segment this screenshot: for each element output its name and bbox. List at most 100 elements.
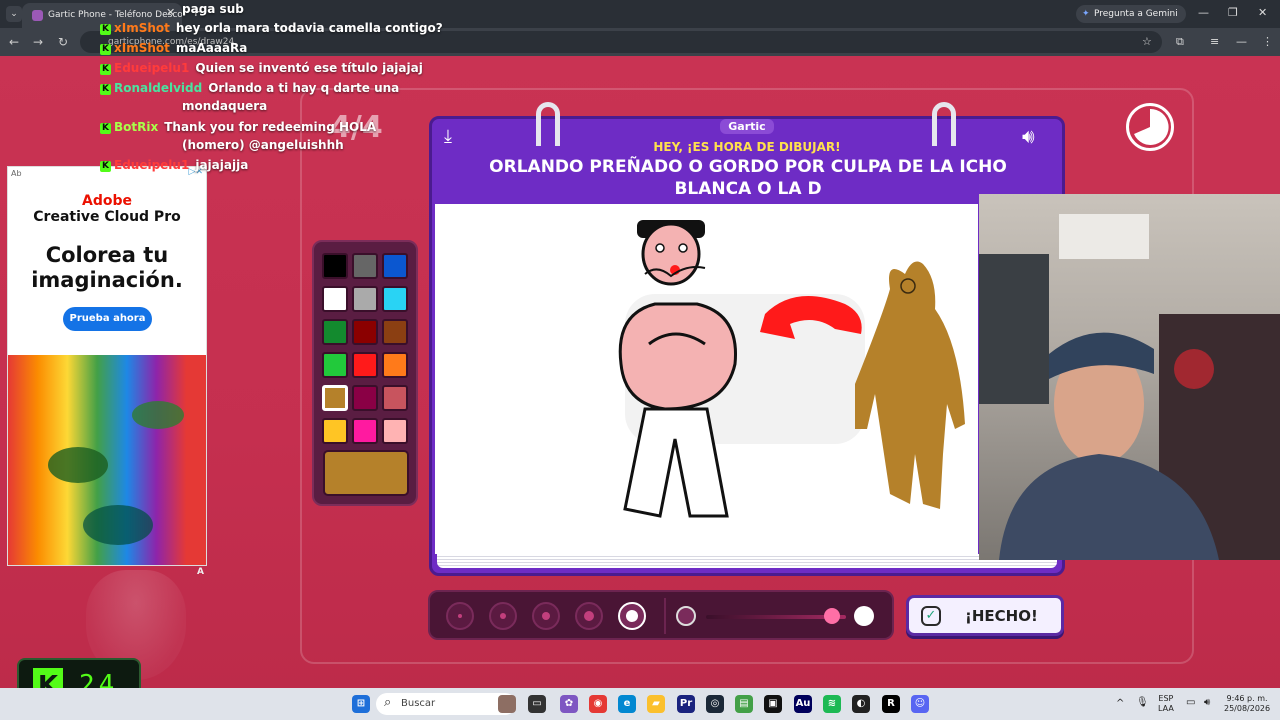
color-swatch[interactable]: [322, 418, 348, 444]
audition-icon[interactable]: Au: [794, 695, 812, 713]
brush-toolbar: [428, 590, 894, 640]
color-swatch[interactable]: [352, 418, 378, 444]
drawing-prompt: ORLANDO PREÑADO O GORDO POR CULPA DE LA …: [460, 156, 1036, 200]
start-icon[interactable]: ⊞: [352, 695, 370, 713]
color-swatch[interactable]: [352, 286, 378, 312]
lang-top: ESP: [1158, 694, 1174, 703]
drawing-canvas[interactable]: [435, 204, 978, 554]
chat-text: Quien se inventó ese título jajajaj: [195, 61, 423, 75]
chat-text: mondaquera: [182, 99, 268, 113]
task-view-icon[interactable]: ▭: [528, 695, 546, 713]
prompt-line-1: ORLANDO PREÑADO O GORDO POR CULPA DE LA …: [489, 157, 1007, 177]
tab-search-icon[interactable]: ≡: [1210, 35, 1219, 48]
adobe-ad[interactable]: Ab ▷✕ Adobe Creative Cloud Pro Colorea t…: [7, 166, 207, 566]
opacity-slider-thumb[interactable]: [824, 608, 840, 624]
gemini-button[interactable]: Pregunta a Gemini: [1076, 5, 1186, 23]
forward-icon[interactable]: →: [33, 35, 43, 49]
chat-message: (homero) @angeluishhh: [182, 138, 344, 152]
draw-subtitle: HEY, ¡ES HORA DE DIBUJAR!: [653, 140, 841, 154]
app-icon[interactable]: ▤: [735, 695, 753, 713]
kick-badge-icon: K: [100, 84, 111, 95]
color-swatch[interactable]: [322, 319, 348, 345]
opacity-min-icon[interactable]: [676, 606, 696, 626]
color-palette: [312, 240, 418, 506]
color-swatch[interactable]: [322, 385, 348, 411]
done-button[interactable]: ✓ ¡HECHO!: [906, 595, 1064, 636]
copilot-icon[interactable]: ✿: [560, 695, 578, 713]
obs-icon[interactable]: ◐: [852, 695, 870, 713]
selected-color-preview: [323, 450, 409, 496]
color-swatch[interactable]: [352, 385, 378, 411]
color-swatch[interactable]: [322, 352, 348, 378]
brush-size-button[interactable]: [532, 602, 560, 630]
ad-brand: Adobe: [82, 193, 132, 209]
file-explorer-icon[interactable]: ▰: [647, 695, 665, 713]
close-tab-icon[interactable]: ✕: [166, 6, 175, 19]
chrome-icon[interactable]: ◉: [589, 695, 607, 713]
extensions-icon[interactable]: ⧉: [1176, 35, 1184, 49]
chat-username[interactable]: xImShot: [114, 41, 170, 55]
ad-artwork-image: [8, 355, 206, 565]
widget-icon[interactable]: [498, 695, 516, 713]
drawing-strokes: [618, 220, 965, 518]
more-icon[interactable]: ⋮: [1262, 35, 1273, 48]
tray-chevron-icon[interactable]: ^: [1116, 699, 1124, 709]
discord-icon[interactable]: ☺: [911, 695, 929, 713]
app-icon[interactable]: ▣: [764, 695, 782, 713]
spotify-icon[interactable]: ≋: [823, 695, 841, 713]
prompt-line-2: BLANCA O LA D: [674, 179, 822, 199]
color-swatch[interactable]: [382, 319, 408, 345]
ad-headline-line-2: imaginación.: [31, 268, 183, 292]
color-swatch[interactable]: [322, 286, 348, 312]
chat-username[interactable]: Edueipelu1: [114, 61, 189, 75]
opacity-max-icon[interactable]: [854, 606, 874, 626]
kick-badge-icon: K: [100, 44, 111, 55]
close-window-icon[interactable]: ✕: [1258, 6, 1267, 19]
brush-size-button[interactable]: [575, 602, 603, 630]
chat-username[interactable]: Edueipelu1: [114, 158, 189, 172]
tab-list-button[interactable]: ⌄: [6, 6, 22, 22]
volume-icon[interactable]: 🔊︎: [1204, 698, 1210, 708]
color-swatch[interactable]: [382, 418, 408, 444]
done-label: ¡HECHO!: [965, 607, 1038, 625]
clock[interactable]: 9:46 p. m. 25/08/2026: [1224, 694, 1270, 714]
back-icon[interactable]: ←: [9, 35, 19, 49]
color-swatch[interactable]: [382, 385, 408, 411]
edge-icon[interactable]: e: [618, 695, 636, 713]
app-r-icon[interactable]: R: [882, 695, 900, 713]
tray-mic-icon[interactable]: 🎙︎: [1136, 698, 1149, 708]
ad-headline: Colorea tu imaginación.: [8, 243, 206, 293]
color-swatch[interactable]: [352, 253, 378, 279]
color-swatch[interactable]: [352, 352, 378, 378]
steam-icon[interactable]: ◎: [706, 695, 724, 713]
kick-badge-icon: K: [100, 123, 111, 134]
color-swatch[interactable]: [382, 286, 408, 312]
color-swatch[interactable]: [382, 253, 408, 279]
check-icon: ✓: [921, 606, 941, 626]
color-swatch[interactable]: [382, 352, 408, 378]
brush-size-button[interactable]: [446, 602, 474, 630]
brush-size-button[interactable]: [618, 602, 646, 630]
tool-separator: [664, 598, 666, 634]
chat-username[interactable]: BotRix: [114, 120, 158, 134]
language-indicator[interactable]: ESP LAA: [1158, 694, 1174, 714]
ad-cta-button[interactable]: Prueba ahora: [63, 307, 152, 331]
brush-size-button[interactable]: [489, 602, 517, 630]
menu-icon[interactable]: —: [1236, 35, 1247, 48]
chat-username[interactable]: Ronaldelvidd: [114, 81, 202, 95]
chat-message: K Edueipelu1 jajajajja: [100, 158, 248, 172]
minimize-icon[interactable]: —: [1198, 6, 1209, 19]
taskbar-search[interactable]: Buscar: [376, 693, 516, 715]
maximize-icon[interactable]: ❐: [1228, 6, 1238, 19]
color-swatch[interactable]: [322, 253, 348, 279]
bookmark-star-icon[interactable]: ☆: [1142, 35, 1152, 48]
chat-message: mondaquera: [182, 99, 267, 113]
windows-taskbar: ⊞ Buscar ▭ ✿ ◉ e ▰ Pr ◎ ▤ ▣ Au ≋ ◐ R ☺ ^…: [0, 688, 1280, 720]
network-icon[interactable]: ▭: [1186, 698, 1195, 708]
chat-username[interactable]: xImShot: [114, 21, 170, 35]
color-swatch[interactable]: [352, 319, 378, 345]
chat-message: K Ronaldelvidd Orlando a ti hay q darte un…: [100, 81, 399, 95]
reload-icon[interactable]: ↻: [58, 35, 68, 49]
paper-stack-edge: [437, 554, 1057, 568]
premiere-icon[interactable]: Pr: [677, 695, 695, 713]
